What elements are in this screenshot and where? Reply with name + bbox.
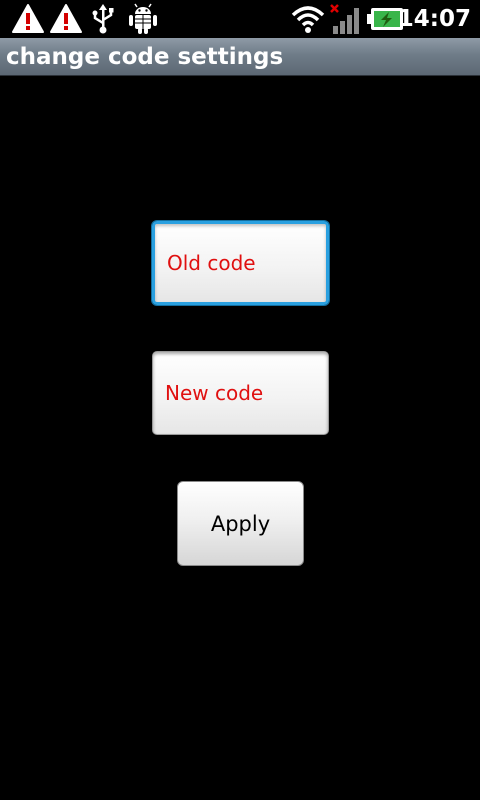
status-time: 14:07 [397,6,471,32]
page-title: change code settings [6,44,284,70]
warning-icon [50,4,82,33]
title-bar: change code settings [0,38,480,76]
warning-icon [12,4,44,33]
old-code-field[interactable] [152,221,329,305]
wifi-icon [291,6,325,33]
old-code-input[interactable] [155,224,326,302]
status-bar: 14:07 [0,0,480,38]
new-code-field[interactable] [152,351,329,435]
new-code-input[interactable] [153,352,328,434]
apply-button[interactable]: Apply [177,481,304,566]
usb-icon [92,4,114,34]
app-screen: 14:07 change code settings Apply [0,0,480,800]
signal-no-data-icon [330,4,359,34]
android-debug-icon [129,3,157,34]
